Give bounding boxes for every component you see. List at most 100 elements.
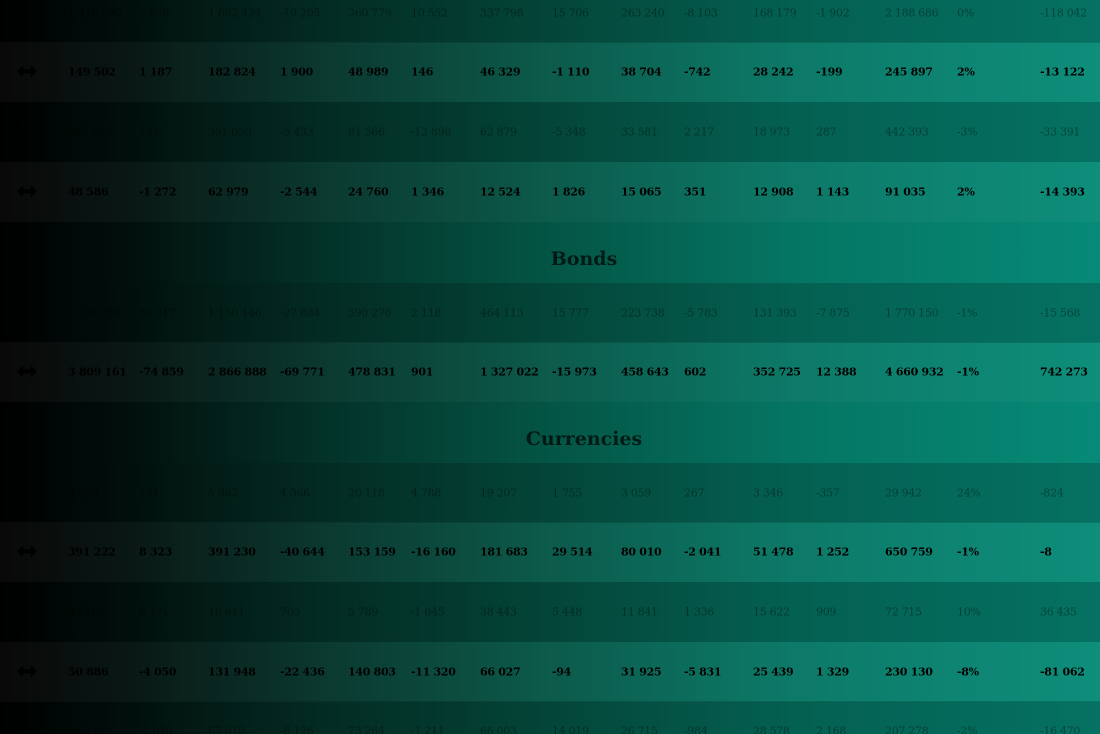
table-cell: -199: [816, 65, 843, 79]
table-row: 4 788 731 5 962 4 366 20 118 4 788 19 20…: [0, 463, 1100, 523]
table-cell: 0%: [957, 6, 974, 20]
table-cell: 1 900: [280, 65, 313, 79]
table-row[interactable]: 391 222 8 323 391 230 -40 644 153 159 -1…: [0, 522, 1100, 582]
table-cell: -11 320: [411, 665, 456, 679]
table-cell: 140 803: [348, 665, 396, 679]
table-cell: -1%: [957, 306, 978, 320]
table-cell: 72 715: [885, 605, 922, 619]
table-cell: 1 419 390: [68, 6, 122, 20]
table-cell: -8%: [957, 665, 979, 679]
table-row: 1 370 708 14 317 1 150 446 -27 884 390 2…: [0, 283, 1100, 343]
table-cell: 10 552: [411, 6, 448, 20]
table-cell: 230 130: [885, 665, 933, 679]
table-cell: 1 770 150: [885, 306, 939, 320]
table-cell: -16 470: [1040, 724, 1081, 734]
table-cell: 14 019: [552, 724, 589, 734]
table-cell: -1 902: [816, 6, 850, 20]
table-cell: 2%: [957, 65, 975, 79]
table-cell: 390 276: [348, 306, 392, 320]
table-cell: -1 110: [552, 65, 590, 79]
table-cell: 38 443: [480, 605, 517, 619]
table-cell: -5 433: [280, 125, 314, 139]
table-cell: 25 439: [753, 665, 794, 679]
table-cell: 4 660 932: [885, 365, 944, 379]
table-cell: -1 211: [411, 724, 445, 734]
table-cell: 1 150 446: [208, 306, 262, 320]
table-cell: 4 788: [68, 486, 98, 500]
table-cell: 66 027: [480, 665, 521, 679]
table-cell: 62 879: [480, 125, 517, 139]
table-cell: 66 003: [480, 724, 517, 734]
table-row: 47 185 8 771 18 611 705 5 789 -1 045 38 …: [0, 582, 1100, 642]
table-cell: 1 755: [552, 486, 582, 500]
table-cell: -824: [1040, 486, 1064, 500]
table-cell: 3 346: [753, 486, 783, 500]
table-cell: 650 759: [885, 545, 933, 559]
table-cell: 62 979: [208, 185, 249, 199]
table-cell: -118 042: [1040, 6, 1087, 20]
table-cell: 742 273: [1040, 365, 1088, 379]
expand-arrows-icon[interactable]: [17, 545, 37, 558]
table-cell: 1 336: [684, 605, 714, 619]
table-cell: 3 059: [621, 486, 651, 500]
table-cell: 131 393: [753, 306, 797, 320]
table-cell: 48 989: [348, 65, 389, 79]
table-cell: 5 789: [348, 605, 378, 619]
table-cell: 15 706: [552, 6, 589, 20]
table-cell: 168 179: [753, 6, 797, 20]
table-cell: 10%: [957, 605, 981, 619]
table-cell: -1 272: [139, 185, 177, 199]
table-cell: -5 831: [684, 665, 722, 679]
table-cell: -33 391: [1040, 125, 1081, 139]
table-cell: -742: [684, 65, 711, 79]
table-cell: 391 230: [208, 545, 256, 559]
table-cell: -40 644: [280, 545, 325, 559]
table-cell: 207 278: [885, 724, 929, 734]
table-cell: 182 824: [208, 65, 256, 79]
table-cell: 15 622: [753, 605, 790, 619]
table-cell: 38 704: [621, 65, 662, 79]
expand-arrows-icon[interactable]: [17, 665, 37, 678]
table-cell: -2%: [957, 724, 978, 734]
table-cell: 287: [816, 125, 837, 139]
table-cell: 2 168: [816, 724, 846, 734]
table-cell: 19 207: [480, 486, 517, 500]
expand-arrows-icon[interactable]: [17, 65, 37, 78]
table-cell: 46 329: [480, 65, 521, 79]
table-cell: -81 062: [1040, 665, 1085, 679]
table-cell: 351 058: [208, 125, 252, 139]
expand-arrows-icon[interactable]: [17, 185, 37, 198]
table-cell: -15 973: [552, 365, 597, 379]
table-cell: 91 035: [885, 185, 926, 199]
table-row[interactable]: 3 809 161 -74 859 2 866 888 -69 771 478 …: [0, 342, 1100, 402]
table-cell: 7 858: [139, 6, 169, 20]
table-cell: -8 126: [280, 724, 314, 734]
table-cell: -8 103: [684, 6, 718, 20]
table-row[interactable]: 149 502 1 187 182 824 1 900 48 989 146 4…: [0, 42, 1100, 102]
table-cell: -14 393: [1040, 185, 1085, 199]
table-cell: 24 760: [348, 185, 389, 199]
table-cell: 360 779: [348, 6, 392, 20]
table-cell: 464 113: [480, 306, 524, 320]
table-cell: 337 798: [480, 6, 524, 20]
table-cell: 15 065: [621, 185, 662, 199]
table-row[interactable]: 50 886 -4 050 131 948 -22 436 140 803 -1…: [0, 642, 1100, 702]
table-cell: 245 897: [885, 65, 933, 79]
section-title-currencies: Currencies: [525, 428, 643, 450]
expand-arrows-icon[interactable]: [17, 365, 37, 378]
table-cell: 3 809 161: [68, 365, 127, 379]
table-cell: 5 448: [552, 605, 582, 619]
table-cell: 48 586: [68, 185, 109, 199]
table-cell: -69 771: [280, 365, 325, 379]
table-cell: 8 771: [139, 605, 169, 619]
table-row[interactable]: 48 586 -1 272 62 979 -2 544 24 760 1 346…: [0, 162, 1100, 222]
table-cell: 14 317: [139, 306, 176, 320]
table-cell: -12 898: [411, 125, 452, 139]
table-cell: 351: [684, 185, 707, 199]
table-cell: 11 841: [621, 605, 658, 619]
table-cell: 131 948: [208, 665, 256, 679]
table-cell: -74 859: [139, 365, 184, 379]
table-cell: 20 118: [348, 486, 385, 500]
table-cell: 181 683: [480, 545, 528, 559]
table-cell: -2 544: [280, 185, 318, 199]
